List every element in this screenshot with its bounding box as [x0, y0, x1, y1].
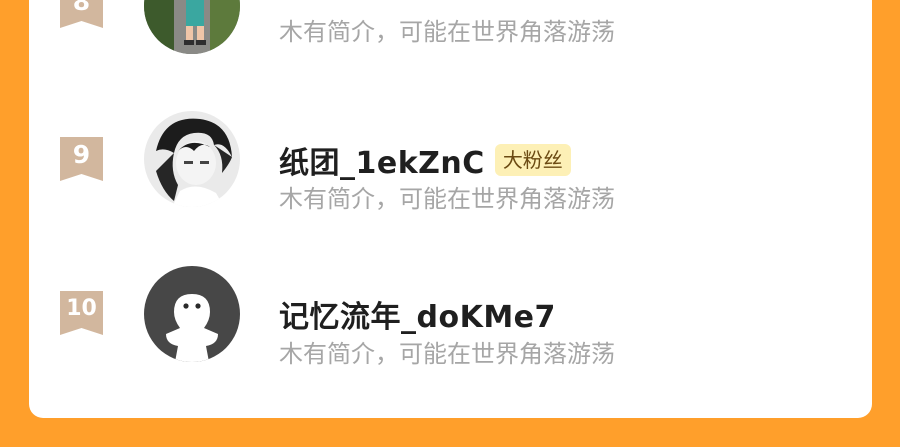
rank-number: 10	[66, 296, 97, 321]
user-name-line: 记忆流年_doKMe7	[279, 292, 556, 336]
user-name-line: 纸团_1ekZnC 大粉丝	[279, 138, 571, 182]
anime-boy-photo-avatar	[144, 111, 240, 207]
rank-ribbon-icon: 10	[60, 291, 103, 335]
rank-ribbon-icon: 9	[60, 137, 103, 181]
rank-ribbon-icon: 8	[60, 0, 103, 28]
user-name[interactable]: 记忆流年_doKMe7	[279, 292, 556, 336]
user-avatar[interactable]	[144, 0, 240, 54]
leaderboard-row-8[interactable]: 8 木有简介，可能在世界角落游荡	[29, 0, 872, 80]
user-bio: 木有简介，可能在世界角落游荡	[279, 185, 615, 213]
page-frame: 8 木有简介，可能在世界角落游荡 9 纸团_1ekZnC 大粉丝 木有简介，可能…	[0, 0, 900, 447]
child-on-road-photo-avatar	[144, 0, 240, 54]
user-bio: 木有简介，可能在世界角落游荡	[279, 18, 615, 46]
fan-level-badge: 大粉丝	[494, 144, 571, 176]
default-ghost-avatar	[144, 266, 240, 362]
user-avatar[interactable]	[144, 266, 240, 362]
user-avatar[interactable]	[144, 111, 240, 207]
fans-leaderboard-card: 8 木有简介，可能在世界角落游荡 9 纸团_1ekZnC 大粉丝 木有简介，可能…	[29, 0, 872, 418]
leaderboard-row-10[interactable]: 10 记忆流年_doKMe7 木有简介，可能在世界角落游荡	[29, 260, 872, 380]
rank-number: 9	[72, 140, 91, 169]
leaderboard-row-9[interactable]: 9 纸团_1ekZnC 大粉丝 木有简介，可能在世界角落游荡	[29, 105, 872, 225]
user-name[interactable]: 纸团_1ekZnC	[279, 138, 485, 182]
user-bio: 木有简介，可能在世界角落游荡	[279, 340, 615, 368]
rank-number: 8	[72, 0, 91, 16]
